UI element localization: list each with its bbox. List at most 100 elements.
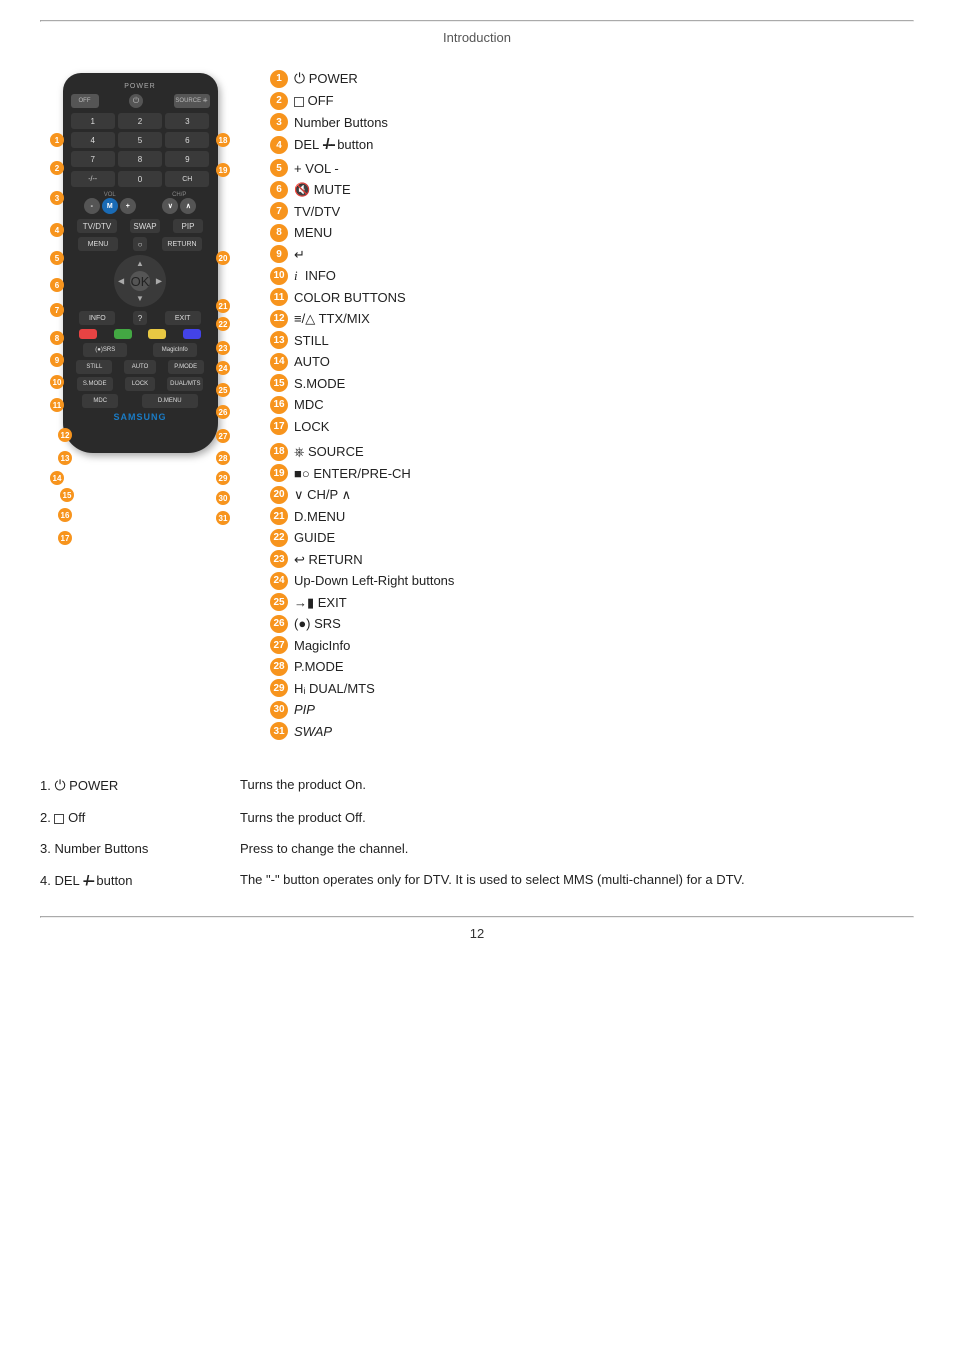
badge-5: 5 <box>50 251 64 265</box>
remote-srs-btn[interactable]: (●)SRS <box>83 343 127 357</box>
remote-numgrid: 1 2 3 4 5 6 7 8 9 <box>71 113 210 167</box>
remote-off-btn[interactable]: OFF <box>71 94 99 108</box>
remote-num-8[interactable]: 8 <box>118 151 162 167</box>
desc-label-4: 4. DEL -/-- button <box>40 864 240 896</box>
legend-item-17: 17 LOCK <box>270 417 914 437</box>
remote-lock-btn[interactable]: LOCK <box>125 377 155 391</box>
legend-text-12: ≡/△ TTX/MIX <box>294 309 370 329</box>
remote-num-4[interactable]: 4 <box>71 132 115 148</box>
remote-body: POWER OFF ⏻ SOURCE ⎈ 1 2 3 4 5 <box>63 73 218 453</box>
remote-nav-circle: OK ▲ ▼ ◀ ▶ <box>114 255 166 307</box>
remote-auto-btn[interactable]: AUTO <box>124 360 156 374</box>
legend-item-27: 27 MagicInfo <box>270 636 914 656</box>
remote-pip-btn[interactable]: PIP <box>173 219 203 233</box>
legend-item-13: 13 STILL <box>270 331 914 351</box>
badge-25: 25 <box>216 383 230 397</box>
legend-item-2: 2 OFF <box>270 91 914 111</box>
remote-num-6[interactable]: 6 <box>165 132 209 148</box>
remote-magic-row: (●)SRS MagicInfo <box>71 343 210 357</box>
legend-item-3: 3 Number Buttons <box>270 113 914 133</box>
remote-mdc-btn[interactable]: MDC <box>82 394 118 408</box>
badge-26: 26 <box>216 405 230 419</box>
remote-ch-btn[interactable]: CH <box>165 171 209 187</box>
remote-num-9[interactable]: 9 <box>165 151 209 167</box>
legend-item-22: 22 GUIDE <box>270 528 914 548</box>
remote-nav-ok[interactable]: OK <box>130 271 150 291</box>
remote-num-7[interactable]: 7 <box>71 151 115 167</box>
badge-6: 6 <box>50 278 64 292</box>
remote-ch-down[interactable]: ∨ <box>162 198 178 214</box>
remote-still-row: STILL AUTO P.MODE <box>71 360 210 374</box>
remote-nav-right[interactable]: ▶ <box>156 277 162 286</box>
remote-swap-btn[interactable]: SWAP <box>130 219 160 233</box>
remote-color-red[interactable] <box>79 329 97 339</box>
legend-item-10: 10 i INFO <box>270 266 914 286</box>
remote-still-btn[interactable]: STILL <box>76 360 112 374</box>
legend-text-6: 🔇 MUTE <box>294 180 351 200</box>
legend-text-29: Hᵢ DUAL/MTS <box>294 679 375 699</box>
remote-num-2[interactable]: 2 <box>118 113 162 129</box>
remote-source-btn[interactable]: SOURCE ⎈ <box>174 94 210 108</box>
legend-item-26: 26 (●) SRS <box>270 614 914 634</box>
badge-21: 21 <box>216 299 230 313</box>
remote-tv-btn[interactable]: TV/DTV <box>77 219 117 233</box>
remote-num-1[interactable]: 1 <box>71 113 115 129</box>
legend-item-28: 28 P.MODE <box>270 657 914 677</box>
remote-nav-left[interactable]: ◀ <box>118 277 124 286</box>
remote-menu-btn[interactable]: MENU <box>78 237 118 251</box>
remote-info-btn[interactable]: INFO <box>79 311 115 325</box>
circle-31: 31 <box>270 722 288 740</box>
remote-color-blue[interactable] <box>183 329 201 339</box>
badge-9: 9 <box>50 353 64 367</box>
badge-8: 8 <box>50 331 64 345</box>
remote-magic-btn[interactable]: MagicInfo <box>153 343 197 357</box>
remote-vol-row: VOL - M + CH/P ∨ ∧ <box>71 192 210 214</box>
remote-area: 1 2 3 4 5 6 7 8 9 10 11 12 13 14 15 16 1… <box>40 73 240 453</box>
legend-text-27: MagicInfo <box>294 636 350 656</box>
remote-exit-btn[interactable]: EXIT <box>165 311 201 325</box>
remote-del-btn[interactable]: -/-- <box>71 171 115 187</box>
remote-return-btn[interactable]: RETURN <box>162 237 202 251</box>
circle-18: 18 <box>270 443 288 461</box>
remote-color-yellow[interactable] <box>148 329 166 339</box>
legend-text-13: STILL <box>294 331 329 351</box>
page-title: Introduction <box>40 30 914 45</box>
circle-3: 3 <box>270 113 288 131</box>
remote-num-5[interactable]: 5 <box>118 132 162 148</box>
legend-item-14: 14 AUTO <box>270 352 914 372</box>
legend-list: 1 ⏻ POWER 2 OFF 3 Number Buttons 4 DEL -… <box>270 68 914 741</box>
legend-text-5: + VOL - <box>294 159 339 179</box>
remote-q-btn[interactable]: ? <box>133 311 147 325</box>
legend-text-15: S.MODE <box>294 374 345 394</box>
badge-11: 11 <box>50 398 64 412</box>
circle-11: 11 <box>270 288 288 306</box>
legend-text-1: ⏻ POWER <box>294 68 358 89</box>
remote-num-0[interactable]: 0 <box>118 171 162 187</box>
remote-pmode-btn[interactable]: P.MODE <box>168 360 204 374</box>
circle-27: 27 <box>270 636 288 654</box>
legend-item-12: 12 ≡/△ TTX/MIX <box>270 309 914 329</box>
legend-text-16: MDC <box>294 395 324 415</box>
remote-ch-up[interactable]: ∧ <box>180 198 196 214</box>
remote-circle-btn[interactable]: ○ <box>133 237 147 251</box>
remote-color-green[interactable] <box>114 329 132 339</box>
remote-row-del: -/-- 0 CH <box>71 171 210 187</box>
remote-mute-btn[interactable]: M <box>102 198 118 214</box>
legend-text-7: TV/DTV <box>294 202 340 222</box>
remote-nav-down[interactable]: ▼ <box>136 294 144 303</box>
remote-dual-btn[interactable]: DUAL/MTS <box>167 377 203 391</box>
remote-vol-down[interactable]: - <box>84 198 100 214</box>
remote-nav-up[interactable]: ▲ <box>136 259 144 268</box>
remote-num-3[interactable]: 3 <box>165 113 209 129</box>
badge-24: 24 <box>216 361 230 375</box>
circle-28: 28 <box>270 658 288 676</box>
remote-dmenu-btn[interactable]: D.MENU <box>142 394 198 408</box>
remote-smode-btn[interactable]: S.MODE <box>77 377 113 391</box>
bottom-rule <box>40 916 914 918</box>
remote-vol-up[interactable]: + <box>120 198 136 214</box>
circle-17: 17 <box>270 417 288 435</box>
legend-item-30: 30 PIP <box>270 700 914 720</box>
remote-power-btn[interactable]: ⏻ <box>129 94 143 108</box>
legend-text-11: COLOR BUTTONS <box>294 288 406 308</box>
badge-3: 3 <box>50 191 64 205</box>
